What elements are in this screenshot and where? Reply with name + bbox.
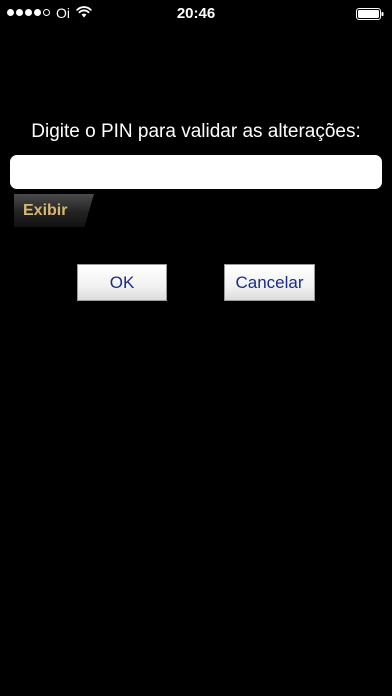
cancel-button[interactable]: Cancelar [224,264,315,301]
pin-input[interactable] [10,155,382,189]
battery-icon [356,8,384,20]
show-pin-button[interactable]: Exibir [14,194,94,227]
ok-button[interactable]: OK [77,264,167,301]
status-bar: Oi 20:46 [0,0,392,28]
clock: 20:46 [176,5,216,22]
pin-prompt-label: Digite o PIN para validar as alterações: [31,121,361,142]
